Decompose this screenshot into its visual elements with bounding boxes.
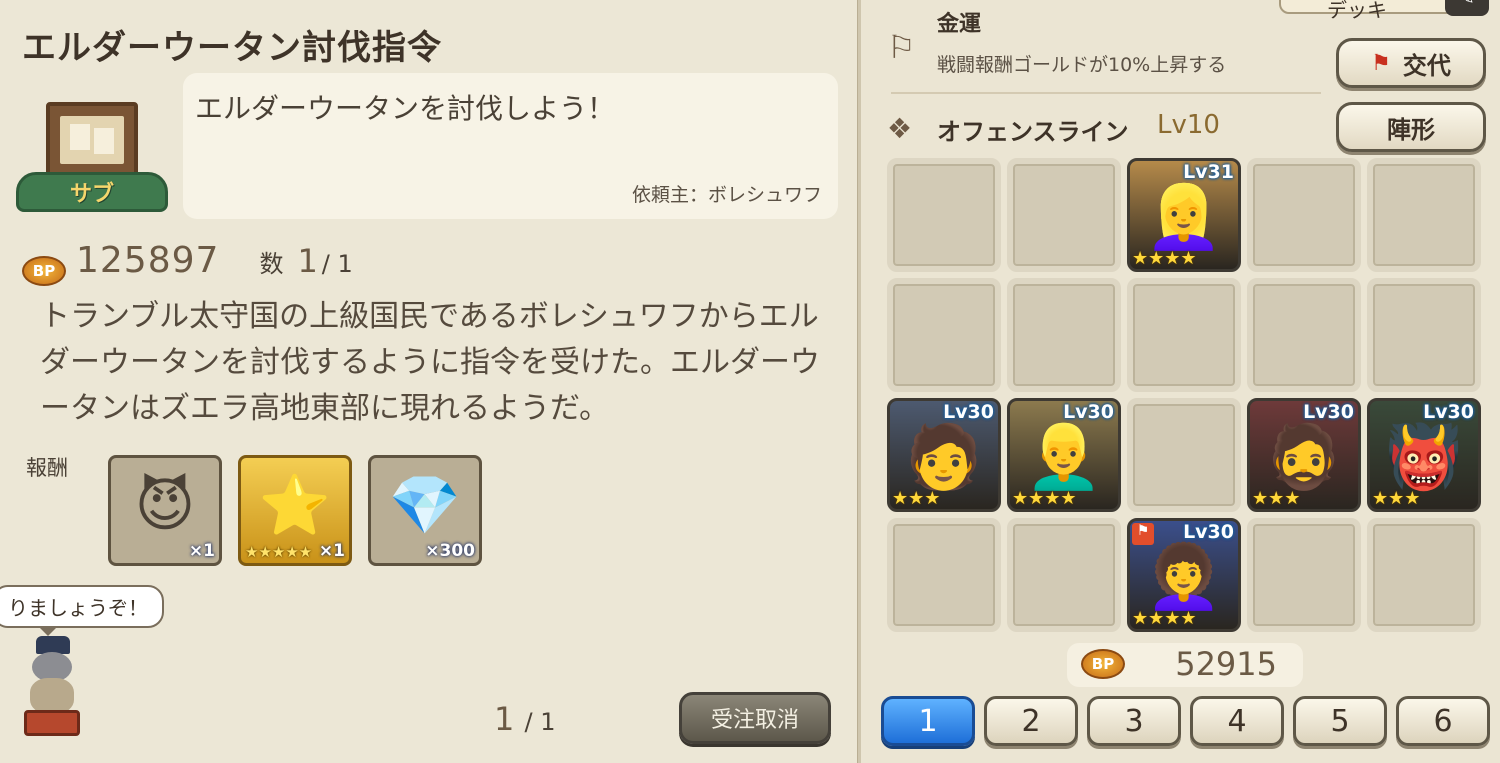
formation-slot-empty[interactable]	[887, 278, 1001, 392]
unit-rarity-stars: ★★★★	[1132, 608, 1197, 629]
quest-detail-panel: エルダーウータン討伐指令 サブ エルダーウータンを討伐しよう！ 依頼主：ボレシュ…	[0, 0, 857, 763]
unit-level: Lv30	[1303, 401, 1354, 423]
quest-type-badge: サブ	[16, 172, 168, 212]
unit-portrait: 👱‍♂️	[1025, 420, 1103, 494]
swap-button-label: 交代	[1402, 51, 1451, 80]
quest-bp-value: 125897	[76, 240, 220, 281]
request-text: エルダーウータンを討伐しよう！	[195, 92, 616, 125]
formation-slot-empty[interactable]	[1127, 398, 1241, 512]
demon-emblem-icon: 😈	[134, 471, 196, 540]
count-total: / 1	[321, 250, 353, 278]
formation-slot-unit[interactable]: 👱‍♀️ Lv31 ★★★★	[1127, 158, 1241, 272]
formation-slot-unit[interactable]: 👹 Lv30 ★★★	[1367, 398, 1481, 512]
bp-icon: BP	[22, 256, 66, 286]
reward-quantity: ×300	[425, 541, 475, 561]
quest-description: トランブル太守国の上級国民であるボレシュワフからエルダーウータンを討伐するように…	[40, 299, 820, 426]
cancel-order-button[interactable]: 受注取消	[679, 692, 831, 744]
party-tabs: 1 2 3 4 5 6	[881, 696, 1490, 746]
formation-button[interactable]: 陣形	[1336, 102, 1486, 152]
formation-slot-empty[interactable]	[1007, 518, 1121, 632]
formation-slot-empty[interactable]	[1367, 278, 1481, 392]
party-tab[interactable]: 4	[1190, 696, 1284, 746]
party-tab[interactable]: 5	[1293, 696, 1387, 746]
formation-name: オフェンスライン	[937, 118, 1129, 146]
unit-portrait: 👹	[1385, 420, 1463, 494]
treasure-chest-icon	[24, 710, 80, 736]
quest-bp-row: BP 125897 数 1 / 1	[22, 240, 353, 286]
party-tab[interactable]: 2	[984, 696, 1078, 746]
swap-button[interactable]: ⚑ 交代	[1336, 38, 1486, 88]
party-tab[interactable]: 6	[1396, 696, 1490, 746]
quest-board-icon: サブ	[16, 96, 168, 220]
red-flag-icon: ⚑	[1371, 50, 1391, 76]
reward-rarity-stars: ★★★★★	[245, 543, 313, 561]
divider-line	[891, 92, 1321, 94]
party-tab[interactable]: 3	[1087, 696, 1181, 746]
reward-item[interactable]: ⭐ ★★★★★ ×1	[238, 455, 352, 566]
formation-level: Lv10	[1157, 110, 1220, 140]
team-bp-value: 52915	[1175, 645, 1277, 683]
mascot-body	[30, 678, 74, 714]
reward-item[interactable]: 💎 ×300	[368, 455, 482, 566]
unit-level: Lv31	[1183, 161, 1234, 183]
page-indicator: 1 / 1	[494, 700, 556, 738]
leader-skill-description: 戦闘報酬ゴールドが10%上昇する	[937, 54, 1227, 76]
flag-icon: ⚐	[887, 28, 916, 66]
formation-slot-empty[interactable]	[1247, 278, 1361, 392]
page-current: 1	[494, 700, 515, 738]
party-panel: デッキ ✎ ⚐ 金運 戦闘報酬ゴールドが10%上昇する ⚑ 交代 ❖ オフェンス…	[861, 0, 1500, 763]
star-crystal-icon: ⭐	[258, 471, 332, 540]
leader-flag-icon: ⚑	[1132, 523, 1154, 545]
reward-label: 報酬	[26, 456, 68, 480]
formation-slot-empty[interactable]	[1247, 158, 1361, 272]
unit-level: Lv30	[1063, 401, 1114, 423]
formation-slot-empty[interactable]	[1007, 158, 1121, 272]
unit-rarity-stars: ★★★★	[1012, 488, 1077, 509]
formation-slot-empty[interactable]	[1127, 278, 1241, 392]
unit-level: Lv30	[1183, 521, 1234, 543]
unit-level: Lv30	[943, 401, 994, 423]
formation-slot-empty[interactable]	[1247, 518, 1361, 632]
unit-level: Lv30	[1423, 401, 1474, 423]
formation-slot-unit[interactable]: 👱‍♂️ Lv30 ★★★★	[1007, 398, 1121, 512]
formation-slot-unit[interactable]: 🧔 Lv30 ★★★	[1247, 398, 1361, 512]
edit-icon[interactable]: ✎	[1445, 0, 1489, 16]
unit-rarity-stars: ★★★★	[1132, 248, 1197, 269]
count-current: 1	[297, 242, 318, 280]
unit-rarity-stars: ★★★	[1372, 488, 1421, 509]
quest-title: エルダーウータン討伐指令	[22, 28, 442, 68]
formation-slot-empty[interactable]	[887, 158, 1001, 272]
request-client: 依頼主：ボレシュワフ	[631, 184, 822, 206]
formation-icon: ❖	[887, 112, 913, 145]
unit-portrait: 👩‍🦱	[1145, 540, 1223, 614]
team-bp: BP 52915	[1067, 643, 1303, 687]
mascot-character[interactable]	[24, 636, 80, 736]
formation-slot-empty[interactable]	[1367, 158, 1481, 272]
unit-rarity-stars: ★★★	[1252, 488, 1301, 509]
formation-slot-empty[interactable]	[887, 518, 1001, 632]
notice-board-icon	[46, 102, 138, 178]
speech-bubble: りましょうぞ！	[0, 585, 164, 636]
rainbow-gem-icon: 💎	[388, 471, 462, 540]
deck-tab[interactable]: デッキ	[1279, 0, 1459, 22]
formation-slot-empty[interactable]	[1007, 278, 1121, 392]
reward-list: 😈 ×1 ⭐ ★★★★★ ×1 💎 ×300	[108, 455, 482, 566]
count-label: 数	[259, 250, 284, 278]
request-box: エルダーウータンを討伐しよう！ 依頼主：ボレシュワフ	[183, 73, 838, 219]
formation-slot-unit[interactable]: 🧑 Lv30 ★★★	[887, 398, 1001, 512]
unit-rarity-stars: ★★★	[892, 488, 941, 509]
unit-portrait: 👱‍♀️	[1145, 180, 1223, 254]
reward-item[interactable]: 😈 ×1	[108, 455, 222, 566]
party-tab[interactable]: 1	[881, 696, 975, 746]
unit-portrait: 🧑	[905, 420, 983, 494]
formation-slot-leader[interactable]: 👩‍🦱 ⚑ Lv30 ★★★★	[1127, 518, 1241, 632]
leader-skill-name: 金運	[937, 12, 982, 37]
formation-slot-empty[interactable]	[1367, 518, 1481, 632]
bp-icon: BP	[1081, 649, 1125, 679]
unit-portrait: 🧔	[1265, 420, 1343, 494]
reward-quantity: ×1	[188, 541, 215, 561]
reward-quantity: ×1	[318, 541, 345, 561]
page-total: / 1	[524, 708, 556, 736]
